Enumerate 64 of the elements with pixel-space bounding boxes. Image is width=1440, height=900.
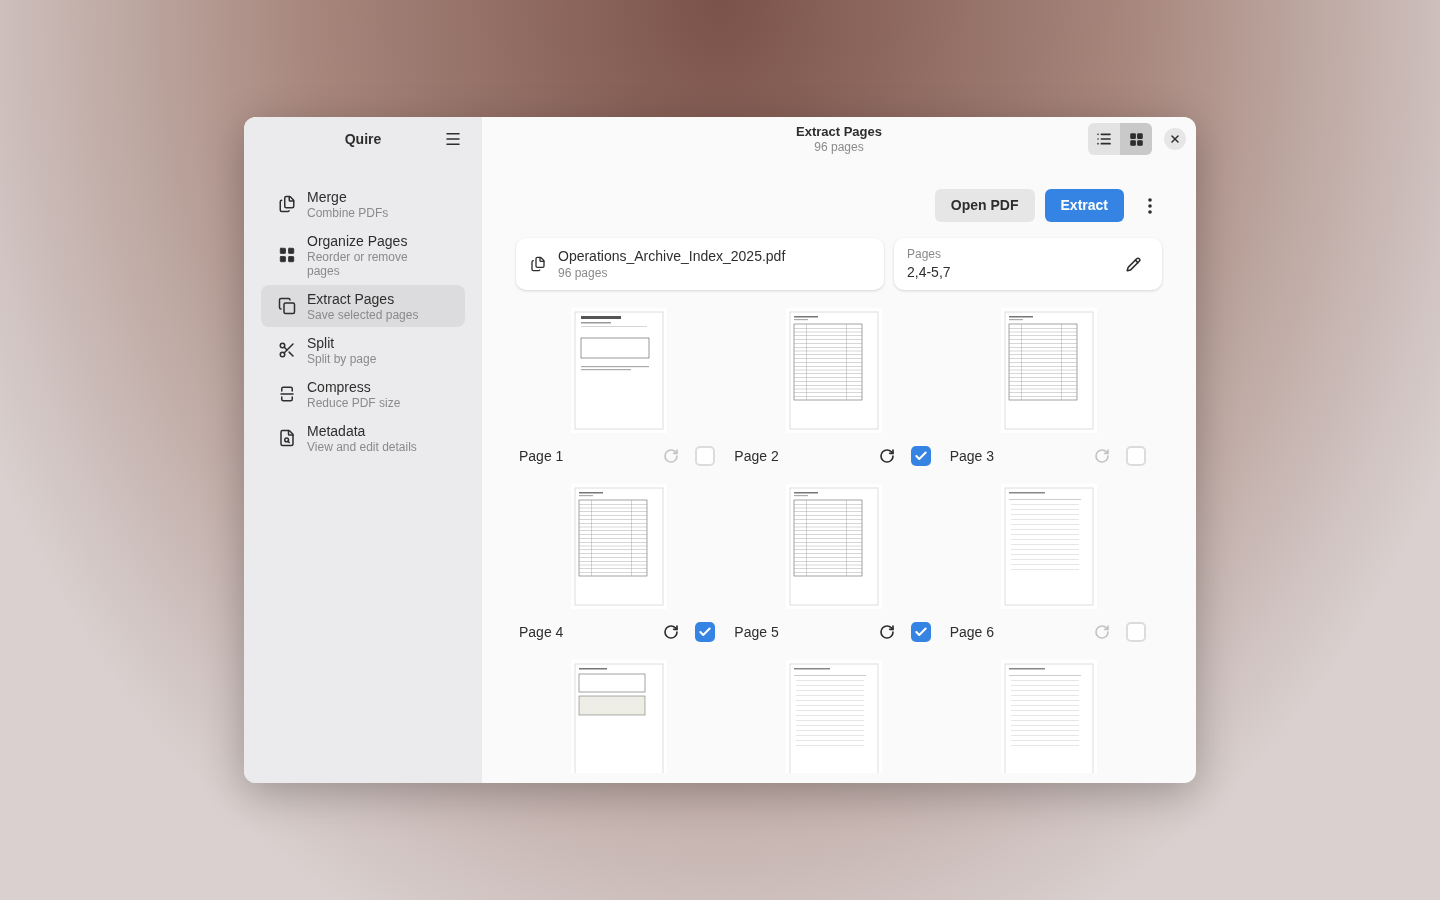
stacked-pages-icon bbox=[278, 195, 296, 213]
page-thumbnail[interactable] bbox=[786, 660, 882, 773]
sidebar-item[interactable]: Merge Combine PDFs bbox=[261, 183, 465, 225]
extract-button[interactable]: Extract bbox=[1044, 189, 1124, 222]
page-label: Page 3 bbox=[949, 446, 996, 466]
file-page-count: 96 pages bbox=[558, 265, 609, 281]
item-description: Reorder or remove pages bbox=[307, 250, 409, 278]
open-button[interactable]: Open PDF bbox=[934, 189, 1035, 222]
page-checkbox[interactable] bbox=[695, 622, 716, 642]
close-button[interactable] bbox=[1164, 128, 1186, 150]
page-checkbox[interactable] bbox=[910, 446, 931, 466]
grid-icon bbox=[278, 246, 296, 264]
list-icon bbox=[1096, 131, 1112, 147]
check-icon bbox=[698, 625, 713, 639]
page-checkbox[interactable] bbox=[1126, 622, 1146, 642]
field-value: 2,4-5,7 bbox=[907, 262, 952, 282]
item-label: Compress bbox=[307, 378, 372, 396]
item-description: View and edit details bbox=[307, 440, 418, 454]
page-title: Extract Pages bbox=[796, 123, 882, 140]
rotate-icon[interactable] bbox=[878, 624, 895, 640]
check-icon bbox=[913, 449, 928, 463]
page-checkbox[interactable] bbox=[910, 622, 931, 642]
scissors-icon bbox=[278, 341, 296, 359]
copy-icon bbox=[278, 297, 296, 315]
menu-icon bbox=[444, 130, 462, 148]
item-label: Merge bbox=[307, 188, 348, 206]
item-description: Save selected pages bbox=[307, 308, 420, 322]
field-label: Pages bbox=[907, 246, 943, 262]
sidebar-item[interactable]: Compress Reduce PDF size bbox=[261, 373, 465, 415]
page-thumbnail[interactable] bbox=[786, 308, 882, 433]
boxed-square-icon bbox=[278, 385, 296, 403]
page-checkbox[interactable] bbox=[1126, 446, 1146, 466]
document-search-icon bbox=[278, 429, 296, 447]
page-subtitle: 96 pages bbox=[814, 139, 864, 155]
item-label: Split bbox=[307, 334, 336, 352]
stacked-pages-icon bbox=[530, 256, 546, 272]
rotate-icon[interactable] bbox=[663, 624, 680, 640]
page-thumbnail[interactable] bbox=[786, 484, 882, 609]
item-label: Extract Pages bbox=[307, 290, 396, 308]
item-label: Organize Pages bbox=[307, 232, 409, 250]
sidebar-item[interactable]: Extract Pages Save selected pages bbox=[261, 285, 465, 327]
item-description: Combine PDFs bbox=[307, 206, 390, 220]
sidebar-item[interactable]: Organize Pages Reorder or remove pages bbox=[261, 227, 465, 283]
pencil-icon[interactable] bbox=[1126, 256, 1141, 272]
pages-field[interactable]: Pages 2,4-5,7 bbox=[894, 238, 1162, 290]
sidebar-item[interactable]: Metadata View and edit details bbox=[261, 417, 465, 459]
page-label: Page 5 bbox=[734, 622, 780, 642]
file-name: Operations_Archive_Index_2025.pdf bbox=[558, 247, 786, 265]
item-description: Reduce PDF size bbox=[307, 396, 402, 410]
page-label: Page 2 bbox=[734, 446, 780, 466]
grid-view-button[interactable] bbox=[1120, 123, 1152, 155]
item-label: Metadata bbox=[307, 422, 367, 440]
item-description: Split by page bbox=[307, 352, 378, 366]
app-title: Quire bbox=[344, 129, 382, 149]
close-icon bbox=[1169, 133, 1181, 145]
sidebar-item[interactable]: Split Split by page bbox=[261, 329, 465, 371]
more-icon bbox=[1148, 197, 1152, 214]
page-label: Page 6 bbox=[949, 622, 996, 642]
check-icon bbox=[913, 625, 928, 639]
grid-icon bbox=[1128, 131, 1144, 147]
page-checkbox[interactable] bbox=[695, 446, 716, 466]
page-label: Page 4 bbox=[519, 622, 565, 642]
rotate-icon[interactable] bbox=[878, 448, 895, 464]
page-label: Page 1 bbox=[519, 446, 565, 466]
